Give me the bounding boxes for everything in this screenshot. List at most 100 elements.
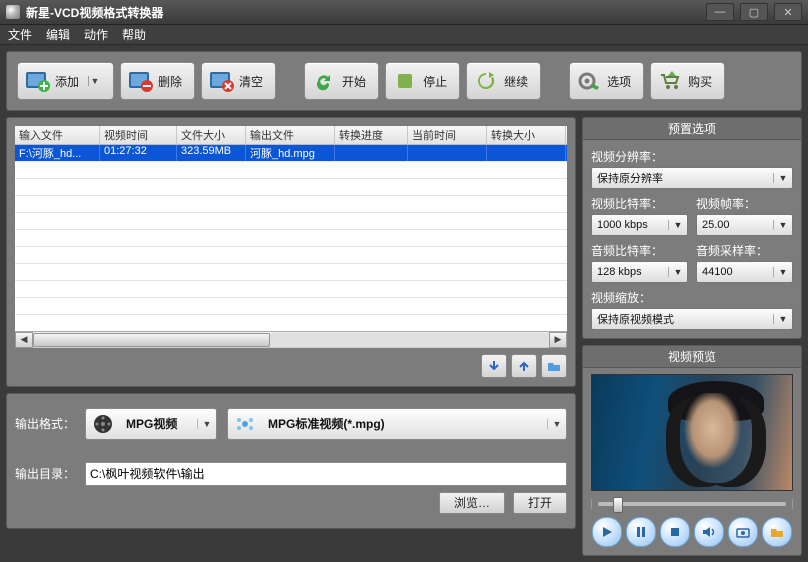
col-input[interactable]: 输入文件 (15, 126, 100, 144)
options-button[interactable]: 选项 (569, 62, 644, 100)
video-zoom-dropdown[interactable]: 保持原视频模式 ▼ (591, 308, 793, 330)
scroll-thumb[interactable] (33, 333, 270, 347)
volume-button[interactable] (694, 517, 724, 547)
chevron-down-icon[interactable]: ▼ (773, 173, 792, 183)
chevron-down-icon[interactable]: ▼ (668, 267, 687, 277)
audio-bitrate-label: 音频比特率： (591, 242, 688, 259)
col-convsize[interactable]: 转换大小 (487, 126, 566, 144)
output-panel: 输出格式： MPG视频 ▼ MPG标准视频(*.mpg) ▼ (6, 393, 576, 529)
video-fps-value: 25.00 (697, 219, 773, 231)
player-stop-button[interactable] (660, 517, 690, 547)
video-zoom-value: 保持原视频模式 (592, 311, 773, 327)
horizontal-scrollbar[interactable]: ◀ ▶ (15, 331, 567, 348)
folder-button[interactable] (541, 354, 567, 378)
video-bitrate-dropdown[interactable]: 1000 kbps ▼ (591, 214, 688, 236)
pause-button[interactable] (626, 517, 656, 547)
preview-title: 视频预览 (583, 346, 801, 368)
move-up-button[interactable] (511, 354, 537, 378)
menu-help[interactable]: 帮助 (122, 26, 146, 43)
col-output[interactable]: 输出文件 (246, 126, 335, 144)
audio-sample-value: 44100 (697, 266, 773, 278)
play-button[interactable] (592, 517, 622, 547)
output-profile-combo[interactable]: MPG标准视频(*.mpg) ▼ (227, 408, 567, 440)
start-button-label: 开始 (342, 73, 366, 90)
seek-thumb[interactable] (613, 497, 623, 513)
open-folder-button[interactable] (762, 517, 792, 547)
output-format-combo[interactable]: MPG视频 ▼ (85, 408, 217, 440)
folder-open-icon (770, 526, 784, 538)
scroll-right-button[interactable]: ▶ (549, 332, 567, 348)
close-button[interactable]: ✕ (774, 3, 802, 21)
video-zoom-label: 视频缩放： (591, 289, 793, 306)
scroll-left-button[interactable]: ◀ (15, 332, 33, 348)
add-button[interactable]: 添加 ▼ (17, 62, 114, 100)
maximize-button[interactable]: ▢ (740, 3, 768, 21)
chevron-down-icon[interactable]: ▼ (547, 419, 566, 429)
snapshot-button[interactable] (728, 517, 758, 547)
cell-videotime: 01:27:32 (100, 145, 177, 161)
stop-button[interactable]: 停止 (385, 62, 460, 100)
menu-action[interactable]: 动作 (84, 26, 108, 43)
video-fps-dropdown[interactable]: 25.00 ▼ (696, 214, 793, 236)
film-reel-icon (86, 413, 120, 435)
clear-button[interactable]: 清空 (201, 62, 276, 100)
chevron-down-icon[interactable]: ▼ (88, 76, 101, 86)
audio-bitrate-dropdown[interactable]: 128 kbps ▼ (591, 261, 688, 283)
col-curtime[interactable]: 当前时间 (408, 126, 487, 144)
resume-button-label: 继续 (504, 73, 528, 90)
cart-icon (657, 70, 683, 92)
buy-button[interactable]: 购买 (650, 62, 725, 100)
chevron-down-icon[interactable]: ▼ (197, 419, 216, 429)
video-bitrate-value: 1000 kbps (592, 219, 668, 231)
window-title: 新星-VCD视频格式转换器 (26, 4, 706, 21)
file-table-panel: 输入文件 视频时间 文件大小 输出文件 转换进度 当前时间 转换大小 F:\河豚… (6, 117, 576, 387)
seek-slider[interactable] (591, 499, 793, 509)
add-button-label: 添加 (55, 73, 79, 90)
preview-panel: 视频预览 (582, 345, 802, 556)
remove-button-label: 删除 (158, 73, 182, 90)
col-videotime[interactable]: 视频时间 (100, 126, 177, 144)
gear-icon (576, 70, 602, 92)
main-toolbar: 添加 ▼ 删除 清空 开始 停止 (6, 51, 802, 111)
chevron-down-icon[interactable]: ▼ (668, 220, 687, 230)
col-filesize[interactable]: 文件大小 (177, 126, 246, 144)
preset-panel: 预置选项 视频分辨率： 保持原分辨率 ▼ 视频比特率： 1000 kbps ▼ (582, 117, 802, 339)
minimize-button[interactable]: — (706, 3, 734, 21)
refresh-icon (311, 70, 337, 92)
sparkle-icon (228, 413, 262, 435)
video-fps-label: 视频帧率： (696, 195, 793, 212)
cell-filesize: 323.59MB (177, 145, 246, 161)
file-table-header: 输入文件 视频时间 文件大小 输出文件 转换进度 当前时间 转换大小 (15, 126, 567, 145)
start-button[interactable]: 开始 (304, 62, 379, 100)
resume-button[interactable]: 继续 (466, 62, 541, 100)
chevron-down-icon[interactable]: ▼ (773, 267, 792, 277)
menu-file[interactable]: 文件 (8, 26, 32, 43)
file-table[interactable]: 输入文件 视频时间 文件大小 输出文件 转换进度 当前时间 转换大小 F:\河豚… (15, 126, 567, 331)
open-button[interactable]: 打开 (513, 492, 567, 514)
chevron-down-icon[interactable]: ▼ (773, 314, 792, 324)
video-res-dropdown[interactable]: 保持原分辨率 ▼ (591, 167, 793, 189)
output-format-text: MPG视频 (120, 415, 197, 432)
clear-button-label: 清空 (239, 73, 263, 90)
cell-curtime (408, 145, 487, 161)
remove-button[interactable]: 删除 (120, 62, 195, 100)
browse-button[interactable]: 浏览… (439, 492, 505, 514)
move-down-button[interactable] (481, 354, 507, 378)
resume-icon (473, 70, 499, 92)
arrow-up-icon (517, 359, 531, 373)
pause-icon (635, 526, 647, 538)
table-row[interactable]: F:\河豚_hd... 01:27:32 323.59MB 河豚_hd.mpg (15, 145, 567, 162)
app-icon (6, 5, 20, 19)
audio-bitrate-value: 128 kbps (592, 266, 668, 278)
audio-sample-label: 音频采样率： (696, 242, 793, 259)
options-button-label: 选项 (607, 73, 631, 90)
output-dir-input[interactable] (85, 462, 567, 486)
speaker-icon (702, 526, 716, 538)
film-remove-icon (127, 70, 153, 92)
menu-edit[interactable]: 编辑 (46, 26, 70, 43)
menu-bar: 文件 编辑 动作 帮助 (0, 25, 808, 45)
col-progress[interactable]: 转换进度 (335, 126, 408, 144)
chevron-down-icon[interactable]: ▼ (773, 220, 792, 230)
audio-sample-dropdown[interactable]: 44100 ▼ (696, 261, 793, 283)
video-bitrate-label: 视频比特率： (591, 195, 688, 212)
